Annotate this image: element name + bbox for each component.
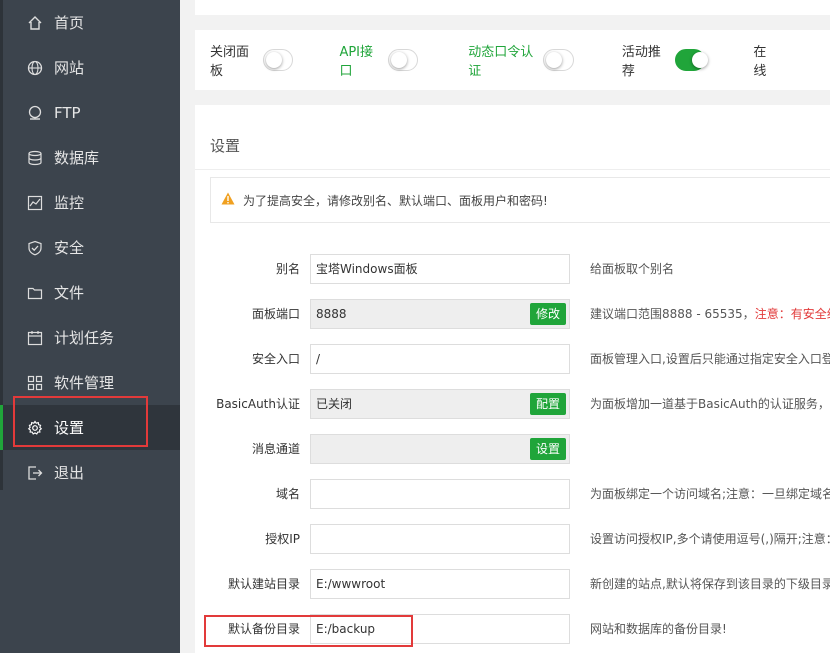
toggle-label: 关闭面板 (210, 45, 250, 79)
sidebar-item-home[interactable]: 首页 (0, 0, 180, 45)
close-panel-switch[interactable] (263, 49, 294, 71)
field-label: 域名 (275, 487, 300, 501)
form-row-site-dir: 默认建站目录 E:/wwwroot 新创建的站点,默认将保存到该目录的下级目录 (180, 569, 830, 599)
form-row-auth-ip: 授权IP 设置访问授权IP,多个请使用逗号(,)隔开;注意： (180, 524, 830, 554)
toggle-panel: 关闭面板 API接口 动态口令认证 活动推荐 在线 (195, 30, 830, 90)
database-icon (26, 149, 44, 167)
sidebar-item-cron[interactable]: 计划任务 (0, 315, 180, 360)
sidebar-item-label: 计划任务 (54, 329, 115, 347)
form-row-alias: 别名 宝塔Windows面板 给面板取个别名 (180, 254, 830, 284)
toggle-label: 在线 (753, 45, 767, 79)
sidebar-item-label: 数据库 (54, 149, 100, 167)
form-row-basicauth: BasicAuth认证 已关闭 配置 为面板增加一道基于BasicAuth的认证… (180, 389, 830, 419)
toggle-label: 动态口令认证 (468, 45, 534, 79)
auth-ip-input[interactable] (310, 524, 570, 554)
sidebar-item-website[interactable]: 网站 (0, 45, 180, 90)
field-hint: 建议端口范围8888 - 65535，注意：有安全组 (590, 299, 830, 329)
grid-icon (26, 374, 44, 392)
toggle-label: API接口 (339, 45, 374, 79)
site-dir-input[interactable]: E:/wwwroot (310, 569, 570, 599)
sidebar-item-label: 文件 (54, 284, 85, 302)
backup-dir-input[interactable]: E:/backup (310, 614, 570, 644)
main-content: 关闭面板 API接口 动态口令认证 活动推荐 在线 设置 为了提高安全，请修改别… (180, 0, 830, 653)
sidebar-item-label: 软件管理 (54, 374, 115, 392)
field-hint: 为面板绑定一个访问域名;注意：一旦绑定域名 (590, 487, 830, 501)
folder-icon (26, 284, 44, 302)
warning-banner: 为了提高安全，请修改别名、默认端口、面板用户和密码! (210, 177, 830, 223)
sidebar-item-label: 设置 (54, 419, 85, 437)
toggle-api[interactable]: API接口 (339, 41, 419, 79)
globe-icon (26, 59, 44, 77)
page-title: 设置 (210, 137, 241, 155)
toggle-recommend[interactable]: 活动推荐 (621, 41, 709, 79)
warning-text: 为了提高安全，请修改别名、默认端口、面板用户和密码! (243, 193, 548, 208)
hint-warning: 注意：有安全组 (754, 307, 830, 321)
shield-icon (26, 239, 44, 257)
toggle-online[interactable]: 在线 (753, 41, 784, 79)
field-hint: 为面板增加一道基于BasicAuth的认证服务，有 (590, 397, 830, 411)
sidebar-item-label: 退出 (54, 464, 85, 482)
field-hint: 新创建的站点,默认将保存到该目录的下级目录 (590, 577, 830, 591)
form-row-security-entry: 安全入口 / 面板管理入口,设置后只能通过指定安全入口登 (180, 344, 830, 374)
otp-switch[interactable] (543, 49, 574, 71)
sidebar-item-monitor[interactable]: 监控 (0, 180, 180, 225)
field-label: 面板端口 (251, 307, 300, 321)
field-hint: 给面板取个别名 (590, 262, 675, 276)
field-hint: 网站和数据库的备份目录! (590, 622, 727, 636)
toggle-otp[interactable]: 动态口令认证 (468, 41, 574, 79)
api-switch[interactable] (388, 49, 419, 71)
alias-input[interactable]: 宝塔Windows面板 (310, 254, 570, 284)
gear-icon (26, 419, 44, 437)
field-hint: 面板管理入口,设置后只能通过指定安全入口登 (590, 352, 830, 366)
sidebar-item-files[interactable]: 文件 (0, 270, 180, 315)
toggle-close-panel[interactable]: 关闭面板 (210, 41, 294, 79)
field-label: 安全入口 (251, 352, 300, 366)
set-message-channel-button[interactable]: 设置 (530, 438, 567, 460)
domain-input[interactable] (310, 479, 570, 509)
warning-icon (221, 192, 235, 208)
ftp-icon (26, 104, 44, 122)
field-hint: 设置访问授权IP,多个请使用逗号(,)隔开;注意： (590, 532, 830, 546)
form-row-port: 面板端口 8888 修改 建议端口范围8888 - 65535，注意：有安全组 (180, 299, 830, 329)
modify-port-button[interactable]: 修改 (530, 303, 567, 325)
field-label: 默认建站目录 (227, 577, 300, 591)
security-entry-input[interactable]: / (310, 344, 570, 374)
monitor-icon (26, 194, 44, 212)
sidebar-item-ftp[interactable]: FTP (0, 90, 180, 135)
calendar-icon (26, 329, 44, 347)
sidebar-item-label: 监控 (54, 194, 85, 212)
sidebar-item-security[interactable]: 安全 (0, 225, 180, 270)
sidebar-item-label: 网站 (54, 59, 85, 77)
sidebar: 首页 网站 FTP 数据库 监控 安全 文件 计划任务 软件管理 设置 退出 (0, 0, 180, 653)
sidebar-item-logout[interactable]: 退出 (0, 450, 180, 495)
form-row-backup-dir: 默认备份目录 E:/backup 网站和数据库的备份目录! (180, 614, 830, 644)
field-label: 默认备份目录 (227, 622, 300, 636)
sidebar-item-software[interactable]: 软件管理 (0, 360, 180, 405)
home-icon (26, 14, 44, 32)
divider (195, 169, 830, 170)
configure-basicauth-button[interactable]: 配置 (530, 393, 567, 415)
sidebar-item-settings[interactable]: 设置 (0, 405, 180, 450)
field-label: BasicAuth认证 (216, 397, 300, 411)
sidebar-item-label: FTP (54, 103, 81, 122)
sidebar-item-label: 安全 (54, 239, 85, 257)
form-row-message-channel: 消息通道 设置 (180, 434, 830, 464)
field-label: 消息通道 (251, 442, 300, 456)
form-row-domain: 域名 为面板绑定一个访问域名;注意：一旦绑定域名 (180, 479, 830, 509)
top-panel (195, 0, 830, 15)
sidebar-item-label: 首页 (54, 14, 85, 32)
sidebar-item-database[interactable]: 数据库 (0, 135, 180, 180)
recommend-switch[interactable] (675, 49, 709, 71)
toggle-label: 活动推荐 (621, 45, 661, 79)
field-label: 授权IP (265, 532, 300, 546)
logout-icon (26, 464, 44, 482)
field-label: 别名 (275, 262, 300, 276)
